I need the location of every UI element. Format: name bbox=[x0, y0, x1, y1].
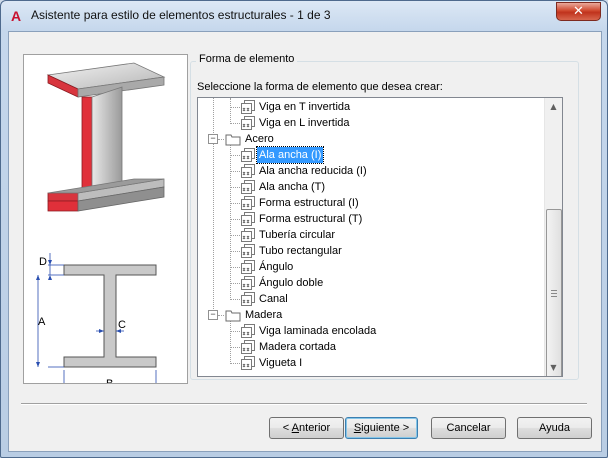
structural-shape-icon bbox=[240, 276, 256, 290]
structural-shape-icon bbox=[240, 100, 256, 114]
back-button-mnemonic: A bbox=[291, 422, 300, 434]
scroll-thumb[interactable] bbox=[546, 209, 562, 376]
structural-shape-icon bbox=[240, 356, 256, 370]
dimension-label-d: D bbox=[39, 256, 47, 268]
scroll-down-arrow-icon[interactable]: ▼ bbox=[545, 359, 562, 376]
tree-item-viga-laminada-encolada[interactable]: Viga laminada encolada bbox=[198, 323, 538, 339]
wizard-window: A Asistente para estilo de elementos est… bbox=[0, 0, 608, 458]
tree-folder-label: Acero bbox=[245, 133, 274, 145]
tree-item-forma-estructural-t[interactable]: Forma estructural (T) bbox=[198, 211, 538, 227]
back-button[interactable]: < Anterior bbox=[269, 417, 344, 439]
next-button[interactable]: Siguiente > bbox=[345, 417, 418, 439]
collapse-toggle-icon[interactable]: − bbox=[208, 310, 218, 320]
dimension-label-c: C bbox=[118, 319, 126, 331]
structural-shape-icon bbox=[240, 212, 256, 226]
autocad-app-icon[interactable]: A bbox=[8, 8, 24, 24]
dimension-label-b: B bbox=[106, 378, 113, 383]
tree-item-label: Madera cortada bbox=[259, 341, 337, 353]
tree-item-ala-ancha-t[interactable]: Ala ancha (T) bbox=[198, 179, 538, 195]
tree-item-tubo-rectangular[interactable]: Tubo rectangular bbox=[198, 243, 538, 259]
tree-item-viga-en-l-invertida[interactable]: Viga en L invertida bbox=[198, 115, 538, 131]
tree-item-label: Viga laminada encolada bbox=[259, 325, 377, 337]
cancel-button[interactable]: Cancelar bbox=[431, 417, 506, 439]
back-button-prefix: < bbox=[282, 422, 292, 434]
structural-shape-icon bbox=[240, 324, 256, 338]
window-title: Asistente para estilo de elementos estru… bbox=[31, 8, 331, 22]
tree-item-vigueta-i[interactable]: Vigueta I bbox=[198, 355, 538, 371]
tree-item-tuberia-circular[interactable]: Tubería circular bbox=[198, 227, 538, 243]
close-button[interactable]: ✕ bbox=[556, 2, 601, 21]
i-beam-illustration: D A C B bbox=[36, 62, 166, 393]
tree-item-label: Canal bbox=[259, 293, 288, 305]
tree-item-label: Vigueta I bbox=[259, 357, 303, 369]
tree-folder-label: Madera bbox=[245, 309, 283, 321]
folder-icon bbox=[225, 132, 241, 146]
tree-item-label: Ángulo doble bbox=[259, 277, 324, 289]
tree-item-ala-ancha-i[interactable]: Ala ancha (I) bbox=[198, 146, 538, 164]
title-bar: A Asistente para estilo de elementos est… bbox=[1, 1, 607, 31]
tree-item-label: Ala ancha reducida (I) bbox=[259, 165, 367, 177]
tree-item-canal[interactable]: Canal bbox=[198, 291, 538, 307]
structural-shape-icon bbox=[240, 292, 256, 306]
tree-item-label: Ala ancha (T) bbox=[259, 181, 326, 193]
tree-item-label: Viga en T invertida bbox=[259, 101, 351, 113]
structural-shape-icon bbox=[240, 244, 256, 258]
dimension-label-a: A bbox=[38, 316, 46, 328]
next-button-label: iguiente > bbox=[361, 422, 410, 434]
tree-item-ala-ancha-reducida-i[interactable]: Ala ancha reducida (I) bbox=[198, 163, 538, 179]
tree-item-madera-cortada[interactable]: Madera cortada bbox=[198, 339, 538, 355]
tree-item-label: Viga en L invertida bbox=[259, 117, 350, 129]
structural-shape-icon bbox=[240, 116, 256, 130]
folder-icon bbox=[225, 308, 241, 322]
tree-item-label: Tubería circular bbox=[259, 229, 336, 241]
tree-item-viga-en-t-invertida[interactable]: Viga en T invertida bbox=[198, 99, 538, 115]
structural-shape-icon bbox=[240, 164, 256, 178]
structural-shape-icon bbox=[240, 196, 256, 210]
tree-item-forma-estructural-i[interactable]: Forma estructural (I) bbox=[198, 195, 538, 211]
dialog-client-area: D A C B Forma de elemento Seleccione la … bbox=[8, 31, 602, 452]
structural-shape-icon bbox=[240, 180, 256, 194]
tree-content: Viga en T invertida Viga en L invertida − A… bbox=[198, 98, 546, 376]
group-title: Forma de elemento bbox=[196, 53, 298, 65]
tree-item-label: Ángulo bbox=[259, 261, 294, 273]
back-button-label: nterior bbox=[299, 422, 331, 434]
tree-item-label: Forma estructural (I) bbox=[259, 197, 359, 209]
collapse-toggle-icon[interactable]: − bbox=[208, 134, 218, 144]
vertical-scrollbar[interactable]: ▲ ▼ bbox=[544, 98, 562, 376]
structural-shape-icon bbox=[240, 260, 256, 274]
tree-item-angulo[interactable]: Ángulo bbox=[198, 259, 538, 275]
scroll-up-arrow-icon[interactable]: ▲ bbox=[545, 98, 562, 115]
tree-folder-madera[interactable]: − Madera bbox=[198, 307, 538, 323]
tree-item-label: Ala ancha (I) bbox=[255, 146, 325, 164]
tree-item-angulo-doble[interactable]: Ángulo doble bbox=[198, 275, 538, 291]
help-button[interactable]: Ayuda bbox=[517, 417, 592, 439]
structural-shape-icon bbox=[240, 340, 256, 354]
tree-item-label: Tubo rectangular bbox=[259, 245, 342, 257]
button-separator bbox=[21, 403, 587, 405]
shape-tree-view[interactable]: Viga en T invertida Viga en L invertida − A… bbox=[197, 97, 563, 377]
shape-prompt-label: Seleccione la forma de elemento que dese… bbox=[197, 81, 443, 93]
structural-shape-icon bbox=[240, 228, 256, 242]
structural-shape-icon bbox=[240, 148, 256, 162]
shape-preview-panel: D A C B bbox=[23, 54, 188, 393]
tree-folder-acero[interactable]: − Acero bbox=[198, 131, 538, 147]
tree-item-label: Forma estructural (T) bbox=[259, 213, 363, 225]
